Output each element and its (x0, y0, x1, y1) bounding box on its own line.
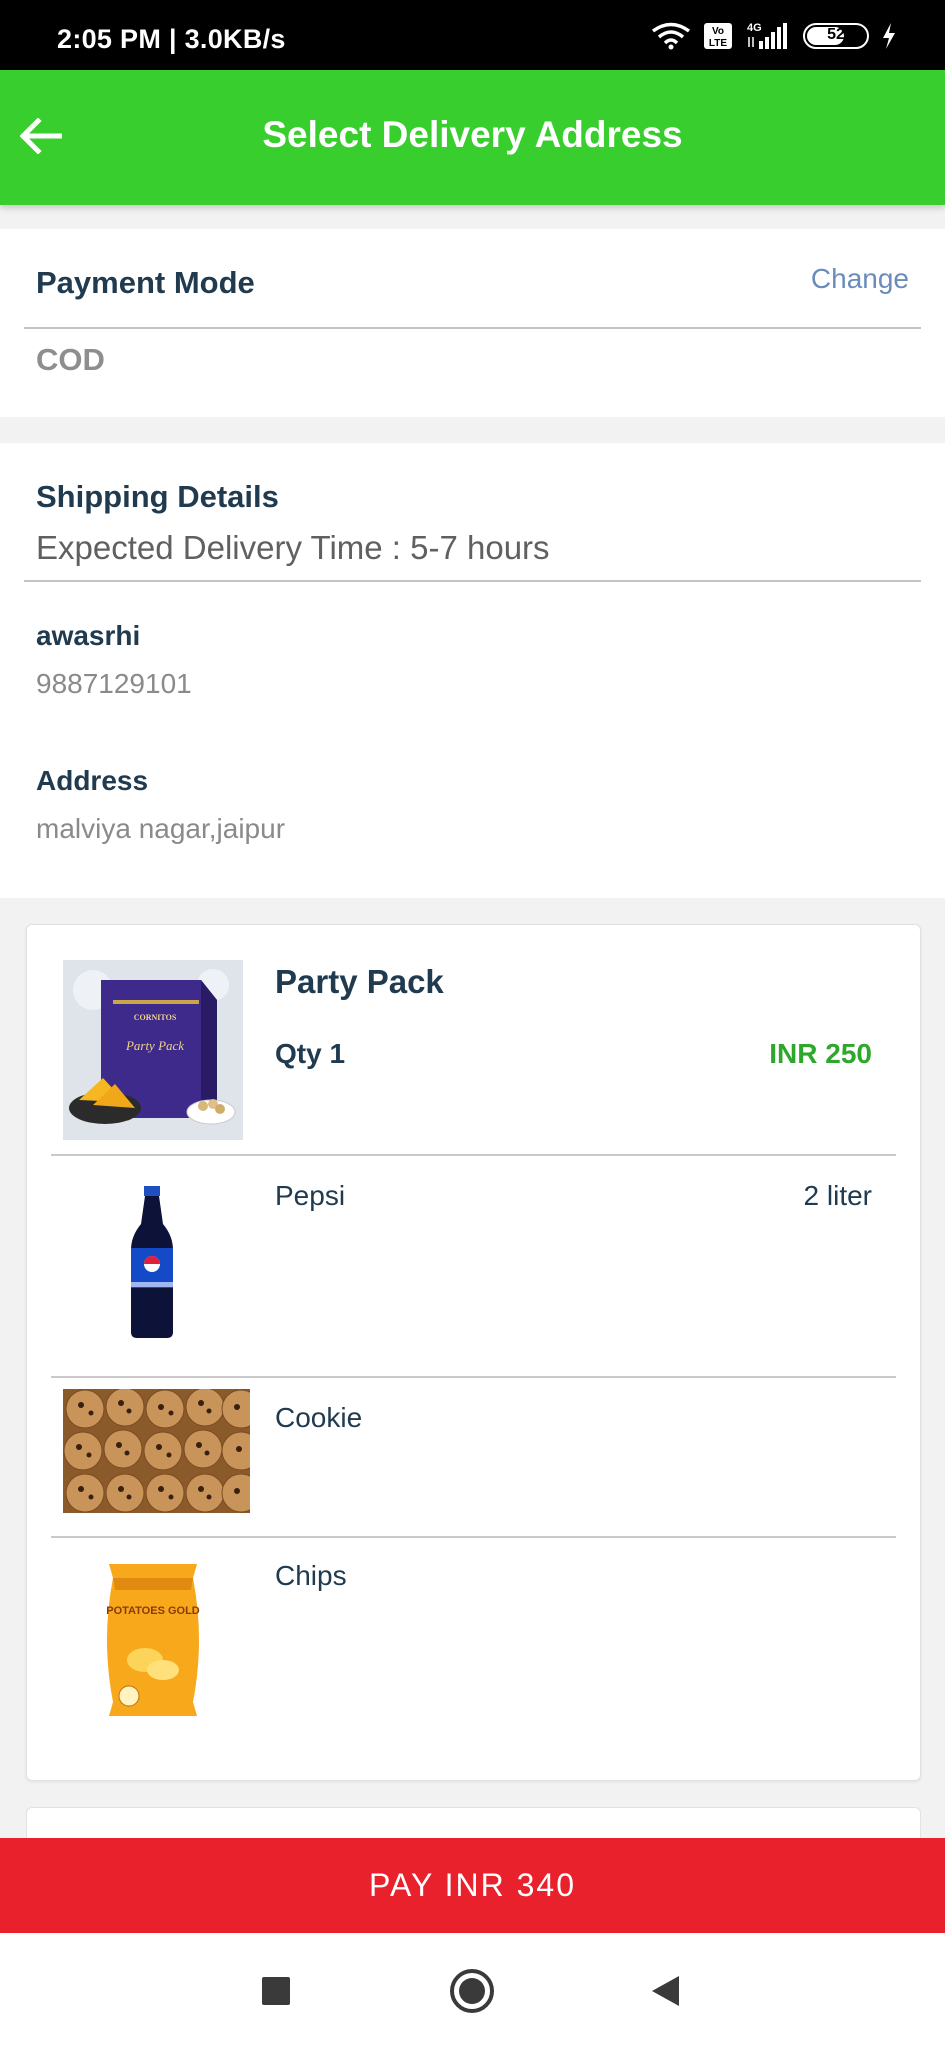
item-name: Party Pack (275, 963, 444, 1000)
shipping-details-title: Shipping Details (36, 479, 279, 514)
list-item: Cookie (27, 1378, 920, 1536)
status-bar: 2:05 PM | 3.0KB/s Vo LTE 4G 52 (0, 0, 945, 70)
list-item: Pepsi 2 liter (27, 1156, 920, 1376)
item-name: Chips (275, 1560, 347, 1591)
item-price: INR 250 (769, 1038, 872, 1069)
volte-icon: Vo LTE (704, 23, 732, 49)
chips-image: POTATOES GOLD (63, 1550, 243, 1730)
divider (24, 327, 921, 329)
divider (24, 580, 921, 582)
chips-brand: POTATOES GOLD (106, 1605, 200, 1617)
battery-level: 52 (827, 26, 845, 43)
charging-icon (883, 23, 895, 49)
page-title: Select Delivery Address (262, 114, 683, 155)
address-label: Address (36, 765, 149, 796)
item-qty: Qty 1 (275, 1038, 346, 1069)
payment-mode-value: COD (36, 342, 105, 377)
wifi-icon (651, 22, 691, 50)
party-pack-image: CORNITOS Party Pack (63, 960, 243, 1140)
app-bar: Select Delivery Address (0, 70, 945, 205)
payment-mode-title: Payment Mode (36, 265, 255, 300)
signal-icon: 4G (747, 22, 787, 49)
cookie-image (63, 1389, 250, 1513)
expected-delivery-time: Expected Delivery Time : 5-7 hours (36, 529, 550, 566)
payment-mode-card: Payment Mode Change COD (0, 229, 945, 417)
recents-button[interactable] (252, 1967, 300, 2015)
svg-text:LTE: LTE (709, 38, 727, 49)
change-payment-link[interactable]: Change (811, 263, 909, 295)
customer-name: awasrhi (36, 620, 141, 651)
back-nav-button[interactable] (641, 1967, 689, 2015)
list-item: CORNITOS Party Pack Party Pack Qty 1 INR… (27, 925, 920, 1155)
pepsi-image (131, 1186, 173, 1338)
address-value: malviya nagar,jaipur (36, 813, 286, 844)
status-time: 2:05 PM | 3.0KB/s (57, 24, 286, 54)
circle-icon (450, 1969, 494, 2013)
home-button[interactable] (448, 1967, 496, 2015)
battery-icon: 52 (803, 23, 869, 49)
party-pack-label: Party Pack (125, 1038, 184, 1053)
square-icon (262, 1977, 290, 2005)
order-items-card: CORNITOS Party Pack Party Pack Qty 1 INR… (26, 924, 921, 1781)
system-nav-bar (0, 1933, 945, 2048)
svg-text:4G: 4G (747, 22, 762, 34)
item-name: Cookie (275, 1402, 363, 1433)
status-icons: Vo LTE 4G 52 (651, 20, 897, 52)
shipping-details-card: Shipping Details Expected Delivery Time … (0, 443, 945, 898)
svg-text:Vo: Vo (712, 26, 724, 37)
pay-button[interactable]: PAY INR 340 (0, 1838, 945, 1933)
customer-phone: 9887129101 (36, 668, 192, 699)
triangle-back-icon (652, 1976, 679, 2006)
party-pack-brand: CORNITOS (134, 1013, 177, 1022)
item-size: 2 liter (803, 1180, 872, 1211)
item-name: Pepsi (275, 1180, 346, 1211)
list-item: POTATOES GOLD Chips (27, 1538, 920, 1758)
